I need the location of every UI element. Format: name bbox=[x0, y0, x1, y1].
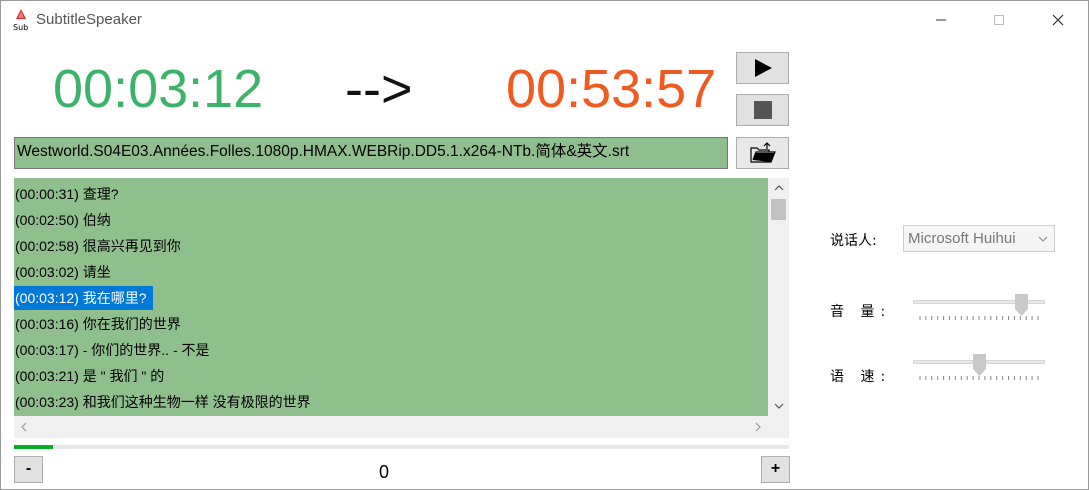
subtitle-time: (00:02:58) bbox=[15, 238, 83, 254]
subtitle-text: 是 " 我们 " 的 bbox=[82, 368, 165, 384]
current-time: 00:03:12 bbox=[53, 59, 264, 119]
subtitle-row[interactable]: (00:03:21) 是 " 我们 " 的 bbox=[14, 364, 170, 388]
rate-label: 语 速: bbox=[830, 369, 892, 385]
maximize-button[interactable] bbox=[969, 1, 1029, 39]
chevron-down-icon bbox=[774, 403, 783, 409]
scroll-right-button[interactable] bbox=[750, 416, 766, 438]
subtitle-row[interactable]: (00:03:12) 我在哪里? bbox=[14, 286, 153, 310]
svg-text:Sub: Sub bbox=[13, 23, 28, 32]
subtitle-row[interactable]: (00:00:31) 查理? bbox=[14, 182, 125, 206]
subtitle-list[interactable]: (00:00:31) 查理? (00:02:50) 伯纳 (00:02:58) 很高… bbox=[14, 178, 768, 416]
volume-slider[interactable] bbox=[913, 294, 1045, 324]
time-arrow: --> bbox=[345, 59, 413, 119]
minimize-button[interactable] bbox=[911, 1, 971, 39]
chevron-right-icon bbox=[755, 422, 761, 432]
offset-counter: 0 bbox=[378, 462, 389, 482]
scroll-left-button[interactable] bbox=[16, 416, 32, 438]
subtitle-time: (00:02:50) bbox=[15, 212, 83, 228]
subtitle-text: 请坐 bbox=[82, 264, 111, 280]
subtitle-row[interactable]: (00:03:23) 和我们这种生物一样 没有极限的世界 bbox=[14, 390, 317, 414]
vertical-scrollbar[interactable] bbox=[768, 178, 789, 416]
chevron-down-icon bbox=[1032, 226, 1054, 251]
speaker-select-value: Microsoft Huihui bbox=[908, 230, 1016, 247]
subtitle-text: 你在我们的世界 bbox=[82, 316, 181, 332]
increase-button[interactable]: + bbox=[761, 456, 790, 483]
subtitle-text: 查理? bbox=[82, 186, 119, 202]
subtitle-row[interactable]: (00:03:02) 请坐 bbox=[14, 260, 117, 284]
maximize-icon bbox=[994, 15, 1004, 25]
rate-slider[interactable] bbox=[913, 354, 1045, 384]
subtitle-time: (00:03:21) bbox=[15, 368, 83, 384]
play-button[interactable] bbox=[736, 52, 789, 84]
subtitle-time: (00:03:17) bbox=[15, 342, 83, 358]
speaker-select[interactable]: Microsoft Huihui bbox=[903, 225, 1055, 252]
subtitle-row[interactable]: (00:02:50) 伯纳 bbox=[14, 208, 117, 232]
speaker-label: 说话人: bbox=[830, 233, 877, 249]
subtitle-time: (00:00:31) bbox=[15, 186, 83, 202]
subtitle-text: 伯纳 bbox=[82, 212, 111, 228]
subtitle-text: - 你们的世界.. - 不是 bbox=[82, 342, 210, 358]
subtitle-row[interactable]: (00:03:17) - 你们的世界.. - 不是 bbox=[14, 338, 216, 362]
scroll-down-button[interactable] bbox=[768, 396, 789, 416]
subtitle-time: (00:03:12) bbox=[15, 290, 83, 306]
play-icon bbox=[754, 59, 772, 77]
horizontal-scrollbar[interactable] bbox=[14, 416, 768, 438]
vertical-scroll-thumb[interactable] bbox=[771, 199, 786, 220]
volume-label: 音 量: bbox=[830, 304, 892, 320]
close-button[interactable] bbox=[1028, 1, 1088, 39]
playback-progress-fill bbox=[14, 445, 53, 449]
window-title: SubtitleSpeaker bbox=[36, 11, 142, 28]
title-bar: Sub SubtitleSpeaker bbox=[1, 1, 1088, 39]
scroll-up-button[interactable] bbox=[768, 178, 789, 198]
stop-icon bbox=[753, 101, 772, 119]
subtitle-text: 很高兴再见到你 bbox=[82, 238, 181, 254]
open-file-button[interactable] bbox=[736, 137, 789, 169]
subtitle-text: 和我们这种生物一样 没有极限的世界 bbox=[82, 394, 311, 410]
app-logo-icon: Sub bbox=[13, 9, 28, 32]
subtitle-row[interactable]: (00:03:16) 你在我们的世界 bbox=[14, 312, 187, 336]
close-icon bbox=[1052, 14, 1064, 26]
decrease-button[interactable]: - bbox=[14, 456, 43, 483]
subtitle-time: (00:03:23) bbox=[15, 394, 83, 410]
volume-slider-thumb[interactable] bbox=[1014, 294, 1028, 316]
total-time: 00:53:57 bbox=[506, 59, 717, 119]
open-folder-icon bbox=[749, 142, 776, 163]
chevron-up-icon bbox=[774, 185, 783, 191]
stop-button[interactable] bbox=[736, 94, 789, 126]
rate-slider-thumb[interactable] bbox=[972, 354, 986, 376]
rate-slider-ticks bbox=[919, 376, 1039, 380]
subtitle-row[interactable]: (00:02:58) 很高兴再见到你 bbox=[14, 234, 187, 258]
scrollbar-corner bbox=[768, 416, 789, 438]
volume-slider-ticks bbox=[919, 316, 1039, 320]
subtitle-time: (00:03:16) bbox=[15, 316, 83, 332]
subtitle-time: (00:03:02) bbox=[15, 264, 83, 280]
playback-progress bbox=[14, 445, 789, 449]
chevron-left-icon bbox=[21, 422, 27, 432]
minimize-icon bbox=[936, 19, 946, 21]
file-path-field[interactable]: Westworld.S04E03.Années.Folles.1080p.HMA… bbox=[14, 137, 728, 169]
subtitle-text: 我在哪里? bbox=[82, 290, 147, 306]
app-window: Sub SubtitleSpeaker 00:03:12 --> 00:53:5… bbox=[0, 0, 1089, 490]
